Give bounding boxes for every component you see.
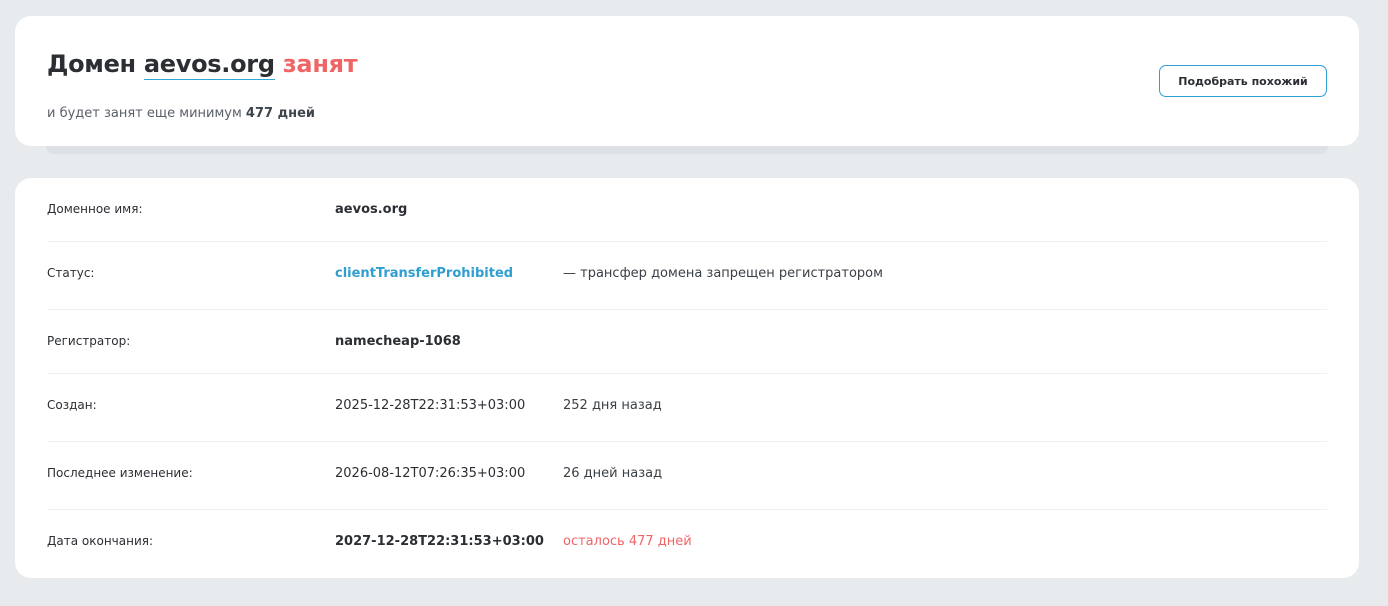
row-divider: [47, 241, 1327, 242]
updated-relative: 26 дней назад: [563, 466, 663, 481]
row-divider: [47, 309, 1327, 310]
occupancy-subtitle: и будет занят еще минимум 477 дней: [47, 106, 315, 121]
registrar-value: namecheap-1068: [335, 334, 461, 349]
row-divider: [47, 373, 1327, 374]
subtitle-days: 477 дней: [245, 106, 315, 121]
expiry-date-value: 2027-12-28T22:31:53+03:00: [335, 534, 544, 549]
domain-status-word: занят: [282, 50, 358, 78]
header-card-shadow: [46, 146, 1328, 154]
detail-label: Регистратор:: [47, 334, 131, 348]
detail-label: Последнее изменение:: [47, 466, 193, 480]
page-title: Домен aevos.org занят: [47, 50, 358, 80]
created-date-value: 2025-12-28T22:31:53+03:00: [335, 398, 526, 413]
row-divider: [47, 509, 1327, 510]
whois-details-card: Доменное имя: aevos.org Статус: clientTr…: [15, 178, 1359, 578]
detail-label: Дата окончания:: [47, 534, 154, 548]
expiry-remaining: осталось 477 дней: [563, 534, 692, 549]
detail-label: Доменное имя:: [47, 202, 143, 216]
domain-link[interactable]: aevos.org: [143, 50, 275, 80]
updated-date-value: 2026-08-12T07:26:35+03:00: [335, 466, 526, 481]
find-similar-button[interactable]: Подобрать похожий: [1159, 65, 1327, 97]
status-code-link[interactable]: clientTransferProhibited: [335, 266, 513, 281]
status-description: — трансфер домена запрещен регистратором: [563, 266, 883, 281]
domain-name-value: aevos.org: [335, 202, 408, 217]
created-relative: 252 дня назад: [563, 398, 662, 413]
detail-label: Статус:: [47, 266, 95, 280]
subtitle-text: и будет занят еще минимум: [47, 106, 242, 121]
domain-status-card: Домен aevos.org занят и будет занят еще …: [15, 16, 1359, 146]
detail-label: Создан:: [47, 398, 97, 412]
title-prefix: Домен: [47, 50, 136, 78]
row-divider: [47, 441, 1327, 442]
